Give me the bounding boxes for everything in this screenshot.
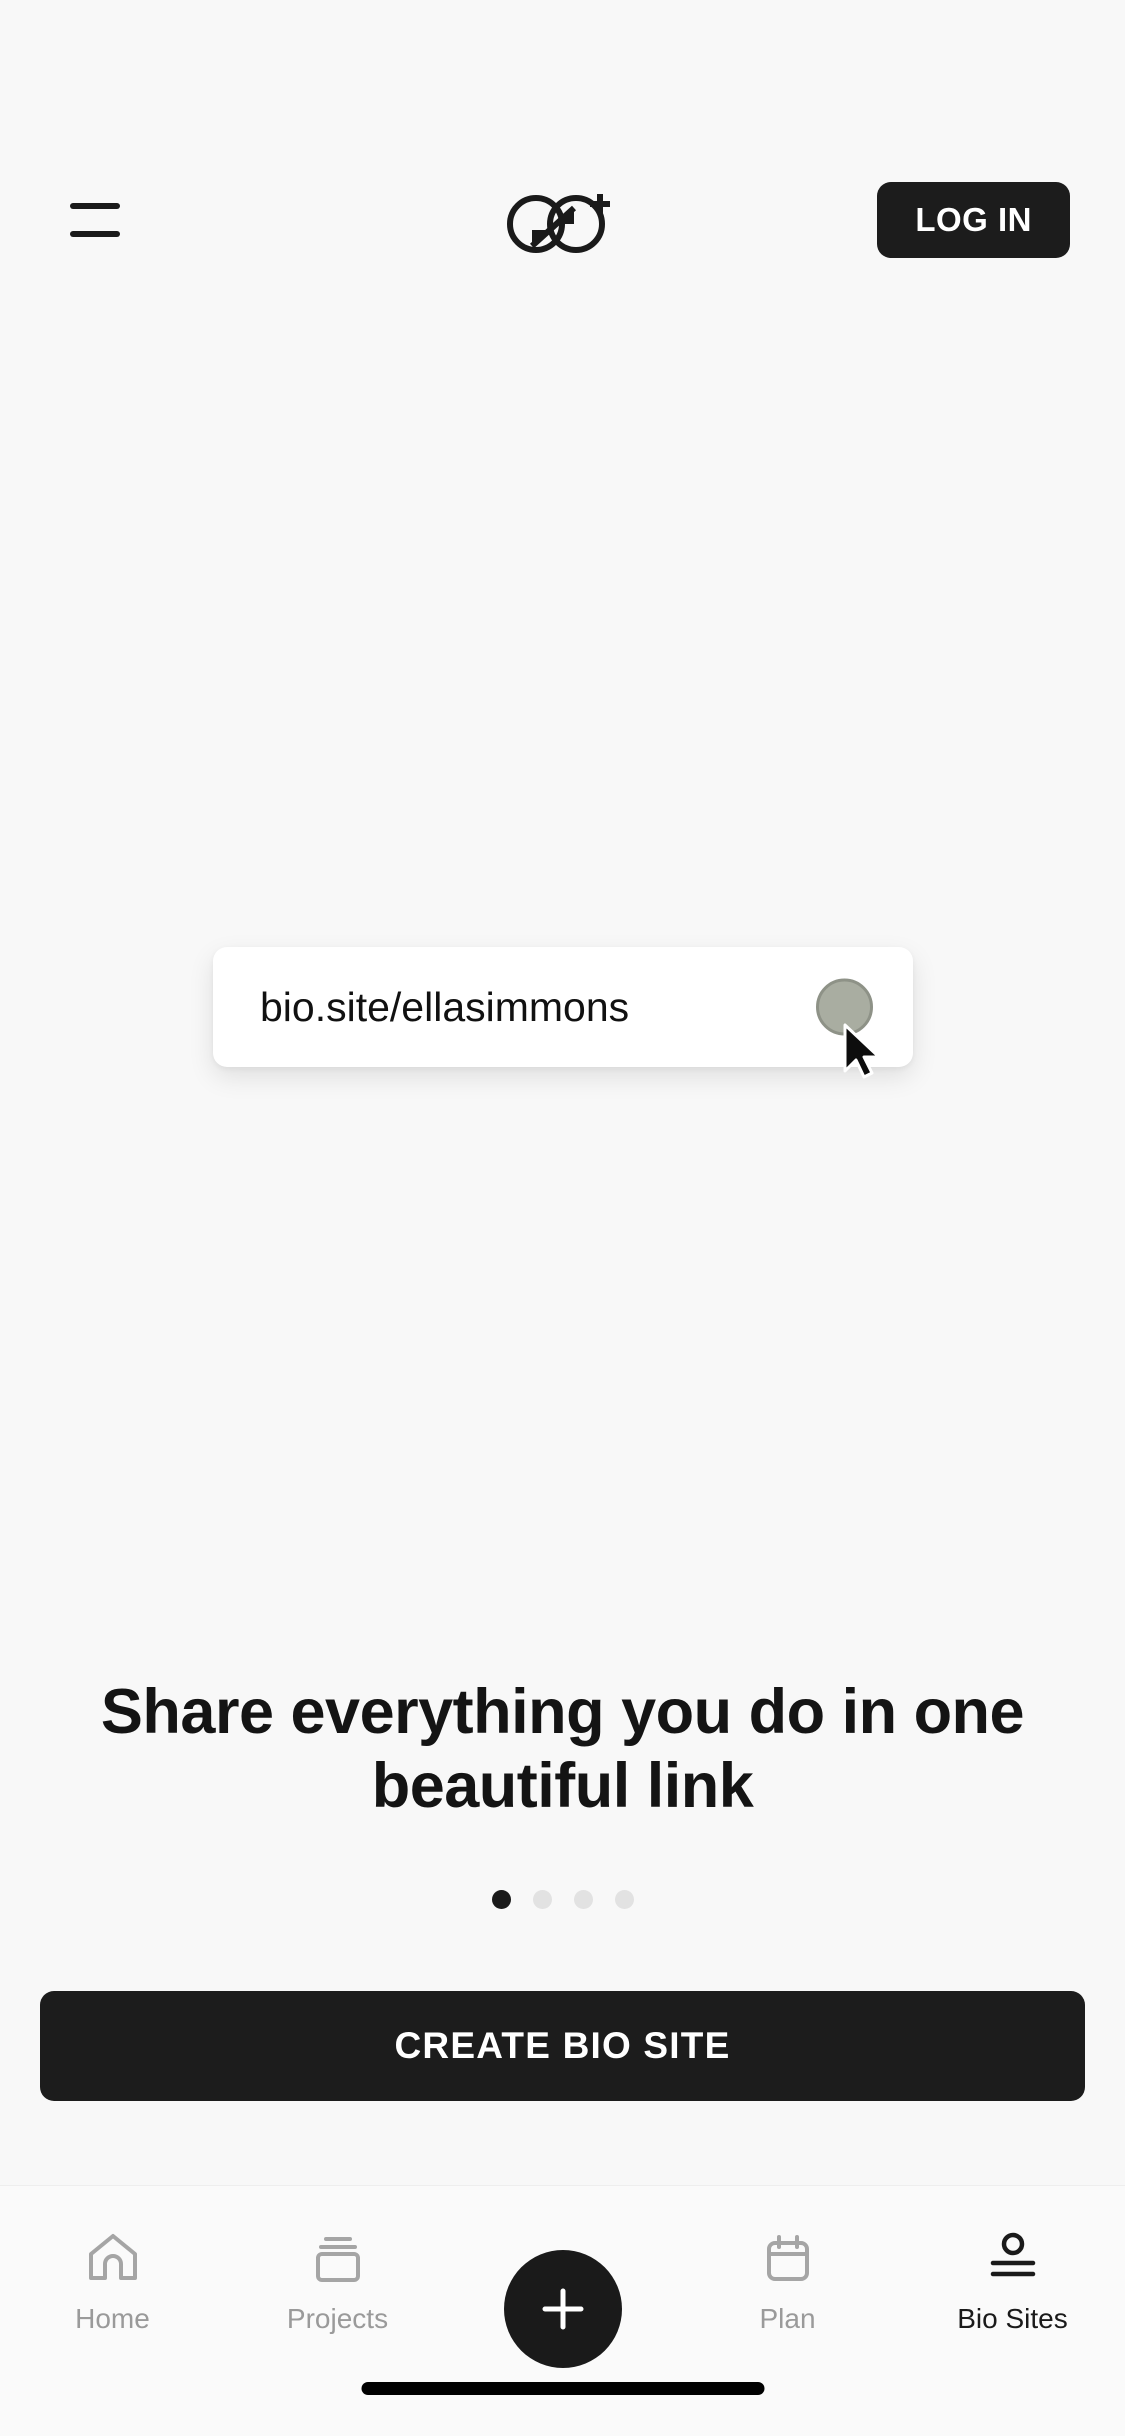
- hopp-logo-svg: [506, 194, 610, 253]
- bio-site-url-text: bio.site/ellasimmons: [260, 983, 630, 1030]
- hamburger-bar-bottom: [70, 231, 120, 237]
- create-fab-button[interactable]: [503, 2250, 622, 2368]
- carousel-dot-4[interactable]: [614, 1890, 634, 1909]
- bio-site-url-card[interactable]: bio.site/ellasimmons: [213, 947, 913, 1079]
- nav-item-plan[interactable]: Plan: [675, 2186, 900, 2376]
- hamburger-menu-icon[interactable]: [70, 203, 120, 237]
- carousel-dot-3[interactable]: [573, 1890, 593, 1909]
- hopp-logo-icon[interactable]: [488, 180, 638, 260]
- plus-icon: [542, 2288, 583, 2330]
- carousel-dot-2[interactable]: [532, 1890, 552, 1909]
- login-button[interactable]: LOG IN: [877, 182, 1070, 258]
- carousel-dots: [0, 1890, 1125, 1909]
- carousel-dot-1[interactable]: [491, 1890, 511, 1909]
- nav-item-bio-sites[interactable]: Bio Sites: [900, 2186, 1125, 2376]
- nav-label-bio-sites: Bio Sites: [957, 2303, 1068, 2334]
- hamburger-bar-top: [70, 203, 120, 209]
- calendar-icon: [757, 2227, 819, 2289]
- nav-label-plan: Plan: [759, 2303, 816, 2334]
- cards-stack-icon: [307, 2227, 369, 2289]
- app-screen: LOG IN bio.site/ellasimmons Share everyt…: [0, 0, 1125, 2436]
- nav-label-home: Home: [75, 2303, 150, 2334]
- hero-section: bio.site/ellasimmons: [0, 280, 1125, 1660]
- bottom-navigation-bar: Home Projects Plan Bio Sites: [0, 2185, 1125, 2436]
- bio-sites-icon: [982, 2227, 1044, 2289]
- house-icon: [82, 2227, 144, 2289]
- app-header: LOG IN: [0, 160, 1125, 280]
- create-bio-site-button[interactable]: CREATE BIO SITE: [40, 1991, 1085, 2101]
- page-title: Share everything you do in one beautiful…: [100, 1677, 1025, 1822]
- home-indicator-bar: [361, 2382, 764, 2395]
- nav-item-home[interactable]: Home: [0, 2186, 225, 2376]
- avatar-circle-icon[interactable]: [816, 978, 873, 1036]
- nav-item-projects[interactable]: Projects: [225, 2186, 450, 2376]
- nav-label-projects: Projects: [286, 2303, 389, 2334]
